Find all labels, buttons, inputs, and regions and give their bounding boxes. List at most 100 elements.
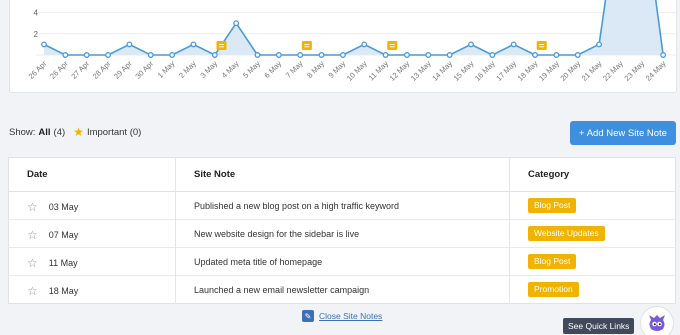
x-tick-label: 5 May xyxy=(241,59,262,80)
mascot-icon[interactable] xyxy=(640,306,674,335)
category-badge: Promotion xyxy=(528,281,579,298)
mascot-face-icon xyxy=(649,315,665,331)
note-text: Published a new blog post on a high traf… xyxy=(175,191,510,220)
data-point xyxy=(169,52,176,58)
table-row[interactable]: ☆ 11 May Updated meta title of homepage B… xyxy=(8,247,676,276)
x-tick-label: 29 Apr xyxy=(112,59,134,81)
x-tick-label: 24 May xyxy=(644,59,668,83)
filter-all-count: (4) xyxy=(53,126,66,138)
table-row[interactable]: ☆ 18 May Launched a new email newsletter … xyxy=(8,275,676,304)
data-point xyxy=(211,52,218,58)
note-date: 07 May xyxy=(48,229,79,240)
x-tick-label: 7 May xyxy=(284,59,305,80)
close-site-notes-link[interactable]: ✎ Close Site Notes xyxy=(302,308,382,324)
x-tick-label: 28 Apr xyxy=(91,59,113,81)
x-tick-label: 27 Apr xyxy=(69,59,91,81)
site-notes-table: Date Site Note Category ☆ 03 May Publishe… xyxy=(8,157,676,304)
y-tick-label: 4 xyxy=(34,9,39,18)
header-category[interactable]: Category xyxy=(509,157,676,192)
site-notes-toolbar: Show: All (4) ★ Important (0) + Add New … xyxy=(9,118,677,146)
data-point xyxy=(361,41,368,48)
series-area xyxy=(44,0,664,55)
note-date: 11 May xyxy=(48,257,78,268)
close-site-notes-label: Close Site Notes xyxy=(319,311,383,321)
note-date: 03 May xyxy=(48,201,79,212)
data-point xyxy=(147,52,154,58)
data-point xyxy=(489,52,496,58)
star-icon: ★ xyxy=(73,125,84,139)
category-cell: Blog Post xyxy=(509,247,676,276)
note-text: Updated meta title of homepage xyxy=(175,247,510,276)
y-tick-label: 2 xyxy=(34,30,39,39)
data-point xyxy=(83,52,90,58)
category-cell: Blog Post xyxy=(509,191,676,220)
x-tick-label: 12 May xyxy=(388,59,412,83)
data-point xyxy=(254,52,261,58)
x-tick-label: 22 May xyxy=(601,59,625,83)
x-tick-label: 16 May xyxy=(473,59,497,83)
site-note-marker xyxy=(301,41,312,50)
x-tick-label: 1 May xyxy=(156,59,177,80)
traffic-chart-card: 4 2 26 Apr 26 Apr 27 Apr 28 Apr 29 Apr 30 Apr 1 … xyxy=(9,0,678,93)
category-badge: Blog Post xyxy=(528,253,577,270)
data-point xyxy=(233,20,240,27)
x-tick-label: 23 May xyxy=(622,59,646,83)
x-tick-label: 17 May xyxy=(494,59,518,83)
table-row[interactable]: ☆ 03 May Published a new blog post on a h… xyxy=(8,191,676,220)
data-point xyxy=(382,52,389,58)
x-tick-label: 10 May xyxy=(345,59,369,83)
site-note-marker xyxy=(216,41,227,50)
header-date[interactable]: Date xyxy=(8,157,176,192)
quick-links-tooltip[interactable]: See Quick Links xyxy=(563,318,635,334)
data-point xyxy=(553,52,560,58)
x-tick-label: 20 May xyxy=(558,59,582,83)
date-cell: ☆ 18 May xyxy=(8,275,176,304)
note-date: 18 May xyxy=(48,285,79,296)
x-tick-label: 26 Apr xyxy=(48,59,70,81)
data-point xyxy=(404,52,410,58)
data-point xyxy=(446,52,453,58)
pencil-icon: ✎ xyxy=(302,310,314,322)
data-point xyxy=(126,41,133,48)
star-outline-icon[interactable]: ☆ xyxy=(27,228,38,242)
date-cell: ☆ 03 May xyxy=(8,191,176,220)
site-note-marker xyxy=(536,41,547,50)
star-outline-icon[interactable]: ☆ xyxy=(27,256,38,270)
x-tick-label: 26 Apr xyxy=(27,59,49,81)
note-text: Launched a new email newsletter campaign xyxy=(175,275,510,304)
data-point xyxy=(62,52,69,58)
show-filter: Show: All (4) ★ Important (0) xyxy=(9,126,141,138)
x-tick-label: 2 May xyxy=(177,59,198,80)
x-tick-label: 4 May xyxy=(220,59,241,80)
x-tick-label: 6 May xyxy=(262,59,283,80)
data-point xyxy=(41,41,47,48)
star-outline-icon[interactable]: ☆ xyxy=(27,284,38,298)
star-outline-icon[interactable]: ☆ xyxy=(27,200,38,214)
x-tick-label: 30 Apr xyxy=(133,59,155,81)
data-point xyxy=(105,52,111,58)
x-tick-label: 19 May xyxy=(537,59,561,83)
note-text: New website design for the sidebar is li… xyxy=(175,219,510,248)
x-tick-label: 3 May xyxy=(198,59,219,80)
table-header-row: Date Site Note Category xyxy=(8,157,676,192)
data-point xyxy=(297,52,304,58)
filter-important[interactable]: Important (0) xyxy=(87,127,141,138)
category-badge: Website Updates xyxy=(528,225,605,242)
table-row[interactable]: ☆ 07 May New website design for the sideb… xyxy=(8,219,676,248)
add-site-note-button[interactable]: + Add New Site Note xyxy=(570,121,676,145)
data-point xyxy=(425,52,432,58)
x-tick-label: 13 May xyxy=(409,59,433,83)
data-point xyxy=(510,41,517,48)
date-cell: ☆ 07 May xyxy=(8,219,176,248)
traffic-chart: 4226 Apr 26 Apr 27 Apr 28 Apr 29 Apr 30 Apr 1 … xyxy=(27,0,678,83)
data-point xyxy=(660,52,667,58)
filter-all[interactable]: All xyxy=(38,127,50,138)
data-point xyxy=(574,52,581,58)
header-site-note[interactable]: Site Note xyxy=(175,157,510,192)
date-cell: ☆ 11 May xyxy=(8,247,176,276)
x-tick-label: 14 May xyxy=(430,59,454,83)
data-point xyxy=(468,41,474,48)
data-point xyxy=(190,41,197,48)
x-tick-label: 11 May xyxy=(367,59,391,83)
category-cell: Promotion xyxy=(509,275,676,304)
